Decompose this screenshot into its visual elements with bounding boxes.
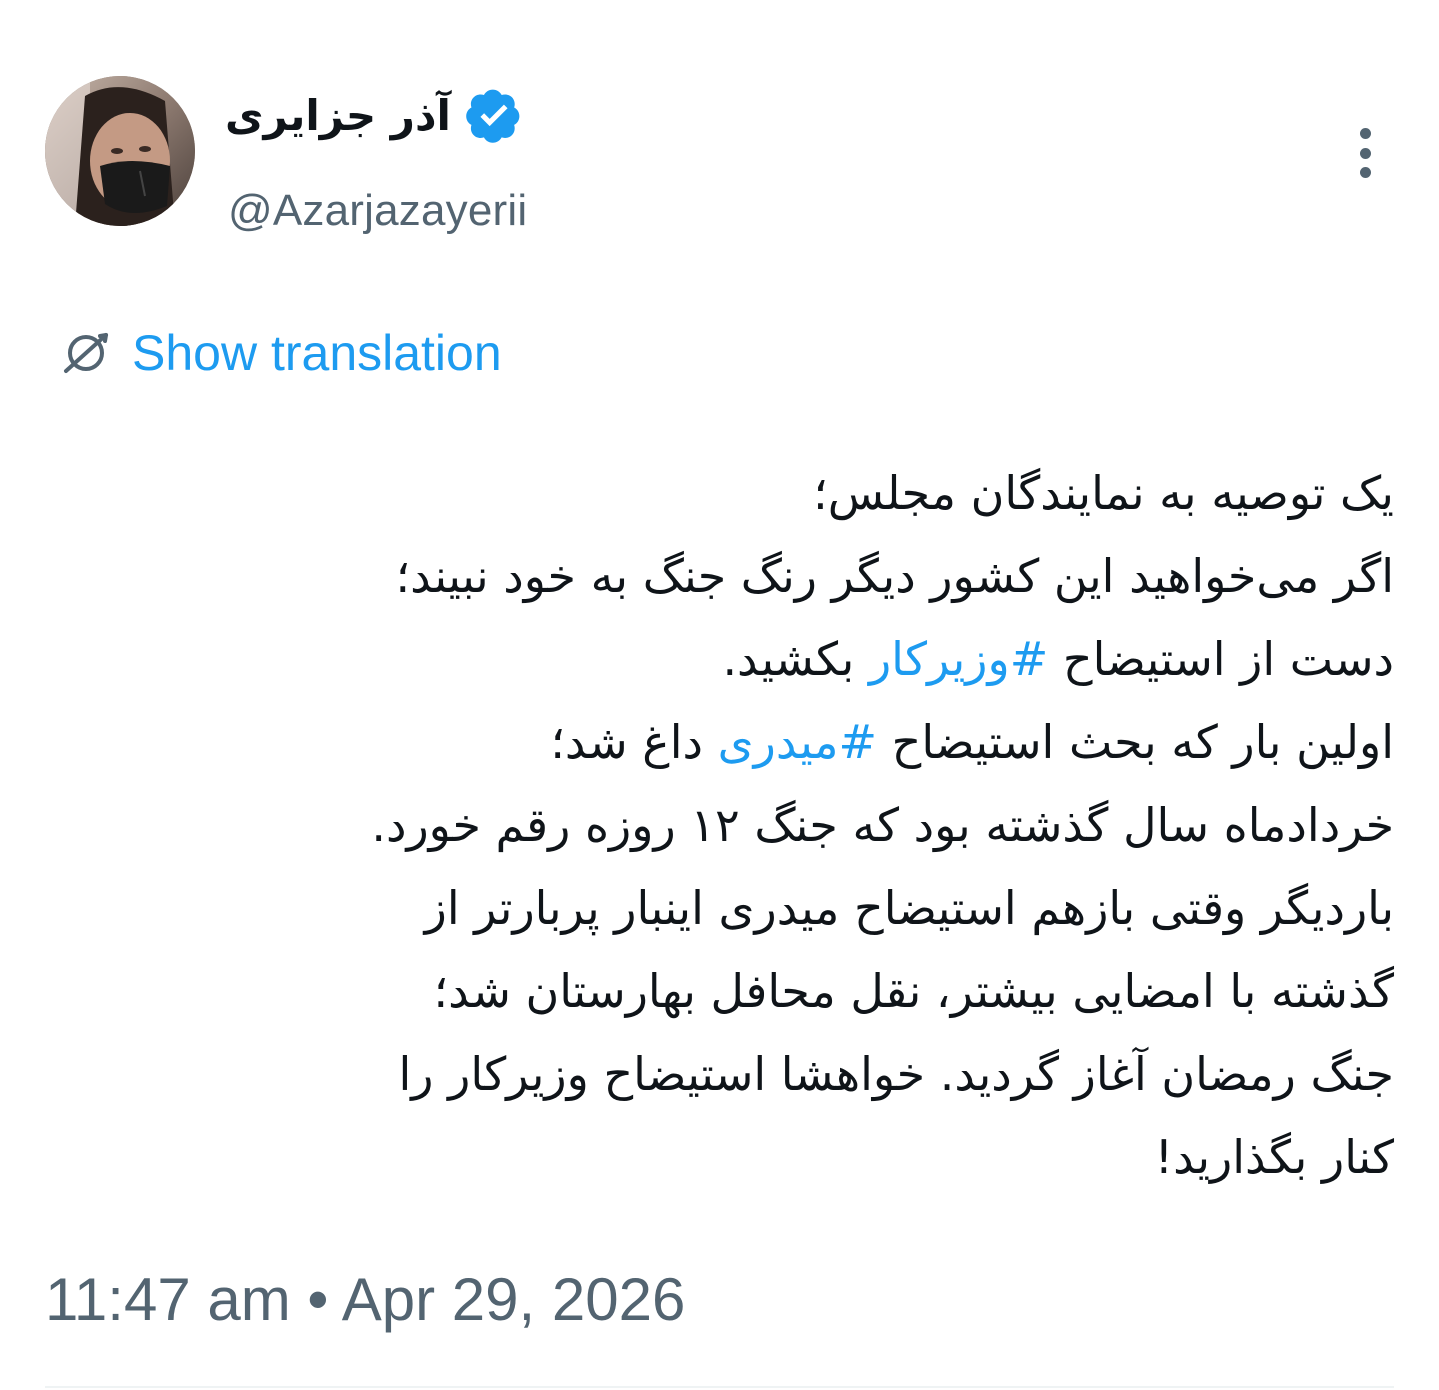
tweet-text: یک توصیه به نمایندگان مجلس؛ اگر می‌خواهی…	[40, 452, 1394, 1199]
tweet-line: دست از استیضاح #وزیرکار بکشید.	[40, 618, 1394, 701]
more-dot	[1359, 147, 1371, 159]
show-translation-button[interactable]: Show translation	[60, 318, 502, 388]
tweet-timestamp[interactable]: 11:47 am • Apr 29, 2026	[45, 1265, 685, 1334]
verified-badge-icon	[466, 89, 520, 143]
hashtag-link[interactable]: #میدری	[718, 715, 877, 769]
author-handle[interactable]: @Azarjazayerii	[228, 186, 527, 236]
tweet-text-segment: بکشید.	[722, 632, 869, 686]
more-dot	[1359, 167, 1371, 178]
more-dot	[1359, 128, 1371, 139]
tweet-line: باردیگر وقتی بازهم استیضاح میدری اینبار …	[424, 881, 1394, 935]
tweet-line: اولین بار که بحث استیضاح #میدری داغ شد؛	[40, 701, 1394, 784]
tweet-line: خردادماه سال گذشته بود که جنگ ۱۲ روزه رق…	[371, 798, 1394, 852]
author-display-name[interactable]: آذر جزایری	[225, 91, 451, 140]
globe-translate-icon	[64, 333, 108, 373]
tweet-line: یک توصیه به نمایندگان مجلس؛	[813, 466, 1394, 520]
tweet-line: اگر می‌خواهید این کشور دیگر رنگ جنگ به خ…	[395, 549, 1394, 603]
avatar[interactable]	[45, 76, 195, 226]
divider	[45, 1386, 1394, 1388]
hashtag-link[interactable]: #وزیرکار	[869, 632, 1048, 686]
tweet-text-segment: داغ شد؛	[550, 715, 718, 769]
more-options-icon[interactable]	[1340, 120, 1390, 186]
tweet-text-segment: اولین بار که بحث استیضاح	[877, 715, 1394, 769]
author-name-row: آذر جزایری	[225, 80, 523, 150]
tweet-text-segment: دست از استیضاح	[1048, 632, 1394, 686]
show-translation-label: Show translation	[132, 325, 502, 381]
tweet-line: کنار بگذارید!	[1154, 1130, 1394, 1184]
avatar-image	[45, 76, 195, 226]
tweet-line: جنگ رمضان آغاز گردید. خواهشا استیضاح وزی…	[398, 1047, 1395, 1101]
tweet-line: گذشته با امضایی بیشتر، نقل محافل بهارستا…	[433, 964, 1394, 1018]
